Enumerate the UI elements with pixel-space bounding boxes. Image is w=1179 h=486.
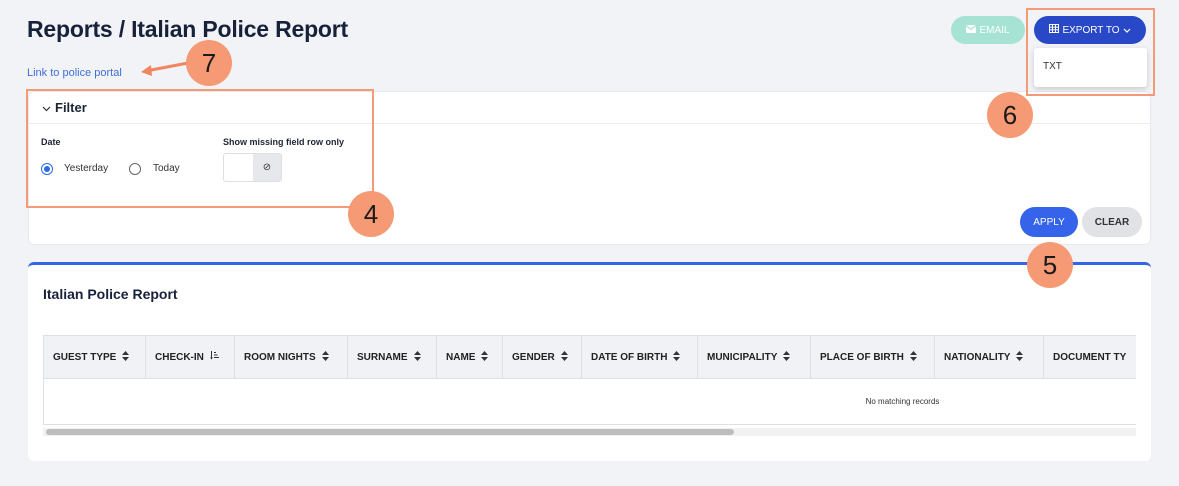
ban-icon: ⊘ (253, 154, 281, 181)
chevron-down-icon (42, 99, 51, 117)
envelope-icon (966, 24, 977, 36)
table-header-row: GUEST TYPE CHECK-IN ROOM NIGHTS SURNAME … (44, 336, 1136, 379)
column-label: NATIONALITY (944, 351, 1011, 363)
filter-title: Filter (55, 100, 87, 115)
empty-table-row: No matching records (44, 379, 1136, 423)
sort-icon (560, 351, 568, 363)
arrow-icon (141, 61, 189, 76)
column-label: GENDER (512, 351, 555, 363)
table-icon (1049, 24, 1060, 36)
annotation-badge-4: 4 (348, 191, 394, 237)
export-option-txt[interactable]: TXT (1034, 48, 1147, 85)
export-to-button[interactable]: EXPORT TO (1034, 16, 1146, 44)
sort-icon (673, 351, 681, 363)
missing-field-toggle[interactable]: ⊘ (223, 153, 282, 182)
sort-icon (1016, 351, 1024, 363)
annotation-badge-5: 5 (1027, 242, 1073, 288)
filter-toggle[interactable]: Filter (29, 92, 1150, 124)
column-nationality[interactable]: NATIONALITY (935, 336, 1044, 378)
export-to-label: EXPORT TO (1062, 24, 1120, 36)
column-surname[interactable]: SURNAME (348, 336, 437, 378)
email-button-label: EMAIL (979, 24, 1010, 36)
column-label: CHECK-IN (155, 351, 204, 363)
sort-icon (413, 351, 421, 363)
column-label: ROOM NIGHTS (244, 351, 316, 363)
column-label: PLACE OF BIRTH (820, 351, 904, 363)
annotation-badge-7: 7 (186, 40, 232, 86)
missing-field-label: Show missing field row only (223, 137, 345, 147)
radio-yesterday-label[interactable]: Yesterday (64, 163, 108, 174)
column-document-type[interactable]: DOCUMENT TY (1044, 336, 1136, 378)
radio-today-label[interactable]: Today (153, 163, 180, 174)
chevron-down-icon (1123, 25, 1131, 36)
column-municipality[interactable]: MUNICIPALITY (698, 336, 811, 378)
horizontal-scrollbar[interactable] (43, 428, 1136, 436)
date-label: Date (41, 137, 61, 147)
column-label: NAME (446, 351, 476, 363)
sort-icon (122, 351, 130, 363)
column-place-of-birth[interactable]: PLACE OF BIRTH (811, 336, 935, 378)
column-label: DOCUMENT TY (1053, 351, 1127, 363)
column-gender[interactable]: GENDER (503, 336, 582, 378)
column-name[interactable]: NAME (437, 336, 503, 378)
clear-button[interactable]: CLEAR (1082, 207, 1142, 237)
column-label: MUNICIPALITY (707, 351, 778, 363)
column-label: GUEST TYPE (53, 351, 117, 363)
column-date-of-birth[interactable]: DATE OF BIRTH (582, 336, 698, 378)
page-title: Reports / Italian Police Report (27, 16, 348, 42)
sort-icon (481, 351, 489, 363)
apply-button[interactable]: APPLY (1020, 207, 1078, 237)
filter-panel: Filter Date Yesterday Today Show missing… (28, 91, 1151, 245)
email-button[interactable]: EMAIL (951, 16, 1025, 44)
column-label: SURNAME (357, 351, 408, 363)
police-portal-link[interactable]: Link to police portal (27, 67, 122, 79)
sort-icon (909, 351, 917, 363)
empty-message: No matching records (865, 396, 940, 406)
column-guest-type[interactable]: GUEST TYPE (44, 336, 146, 378)
radio-yesterday[interactable] (41, 163, 53, 175)
radio-today[interactable] (129, 163, 141, 175)
sort-icon (783, 351, 791, 363)
sort-ascending-icon (209, 351, 219, 363)
sort-icon (321, 351, 329, 363)
export-dropdown-menu: TXT (1034, 48, 1147, 87)
table-title: Italian Police Report (43, 286, 178, 302)
column-check-in[interactable]: CHECK-IN (146, 336, 235, 378)
annotation-badge-6: 6 (987, 92, 1033, 138)
column-room-nights[interactable]: ROOM NIGHTS (235, 336, 348, 378)
toggle-empty-side (224, 154, 253, 181)
report-table-card: Italian Police Report GUEST TYPE CHECK-I… (28, 262, 1151, 461)
report-table: GUEST TYPE CHECK-IN ROOM NIGHTS SURNAME … (43, 335, 1136, 425)
scrollbar-thumb[interactable] (46, 429, 734, 435)
column-label: DATE OF BIRTH (591, 351, 668, 363)
